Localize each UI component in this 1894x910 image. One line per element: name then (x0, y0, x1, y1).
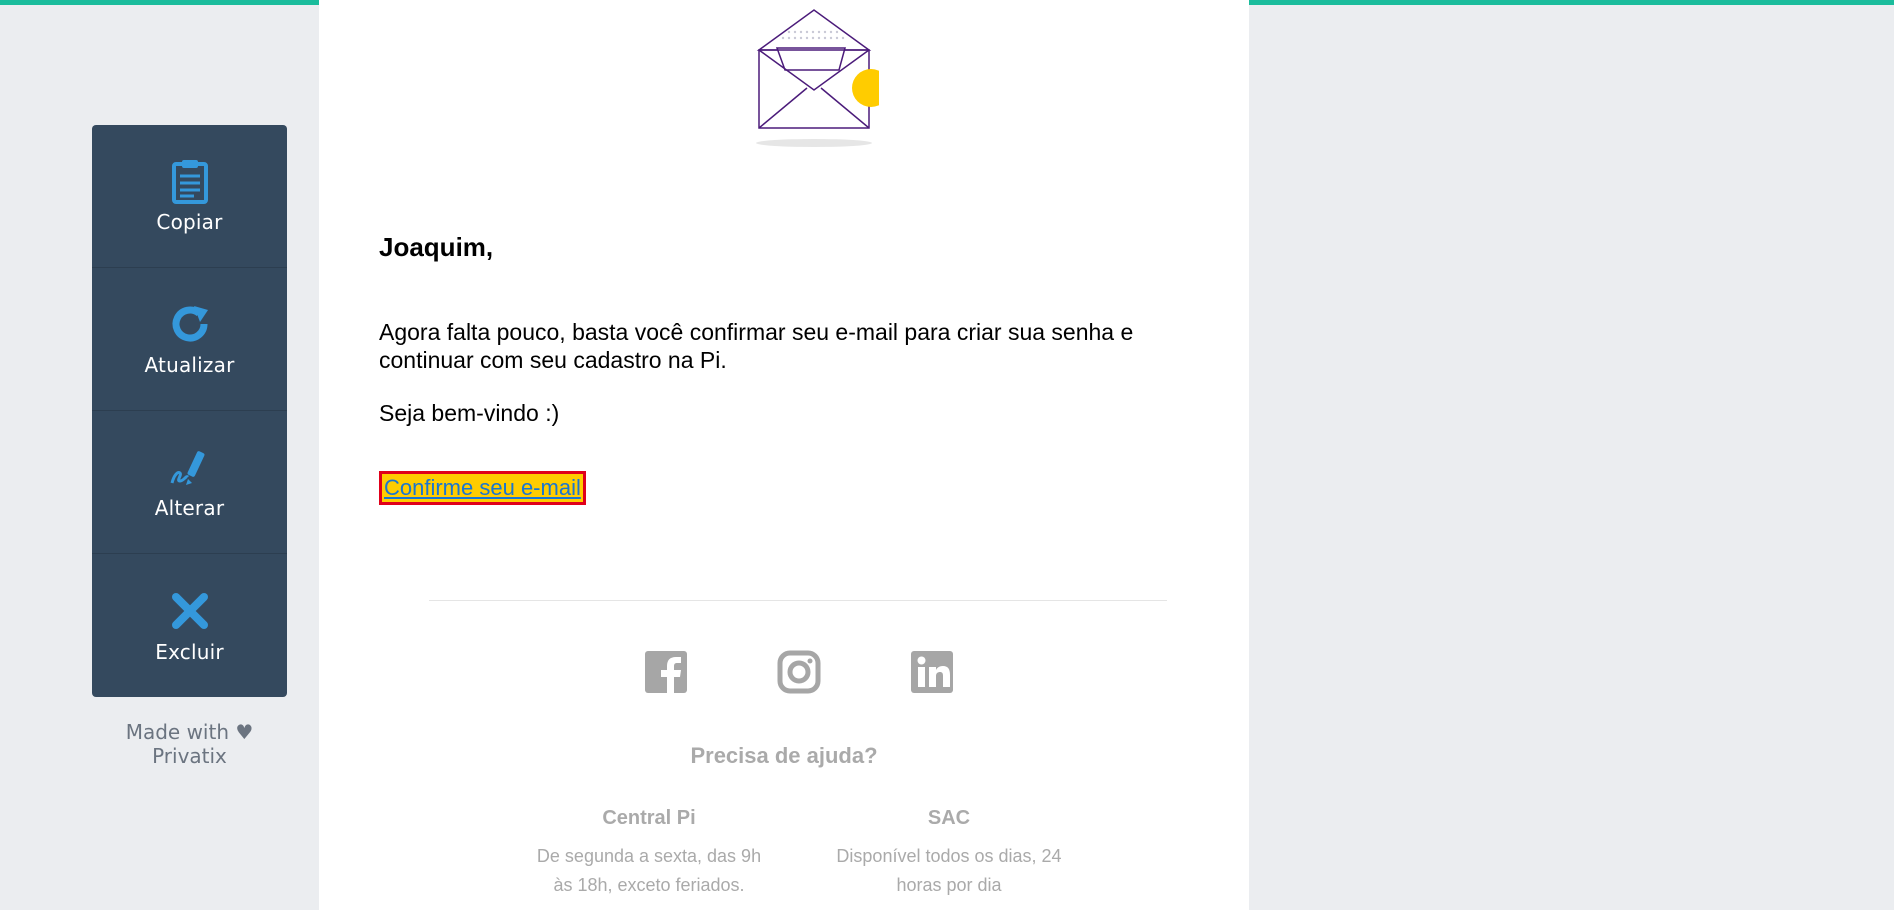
footer-divider (429, 600, 1167, 601)
action-toolbar: Copiar Atualizar Alterar Excluir (92, 125, 287, 697)
linkedin-icon[interactable] (910, 650, 954, 694)
email-body-text: Agora falta pouco, basta você confirmar … (379, 319, 1134, 373)
edit-button[interactable]: Alterar (92, 411, 287, 554)
refresh-label: Atualizar (144, 353, 235, 377)
instagram-icon[interactable] (777, 650, 821, 694)
help-column-desc: Disponível todos os dias, 24 horas por d… (836, 846, 1062, 895)
made-with-credit[interactable]: Made with ♥ Privatix (92, 720, 287, 768)
welcome-text: Seja bem-vindo :) (379, 400, 560, 426)
delete-label: Excluir (155, 639, 224, 664)
help-column-title: Central Pi (602, 807, 696, 829)
close-icon (167, 588, 213, 634)
help-column-central: Central Pi De segunda a sexta, das 9h às… (529, 807, 769, 900)
copy-label: Copiar (156, 210, 223, 234)
email-preview: Joaquim, Agora falta pouco, basta você c… (319, 0, 1249, 910)
edit-label: Alterar (154, 496, 225, 520)
facebook-icon[interactable] (644, 650, 688, 694)
copy-button[interactable]: Copiar (92, 125, 287, 268)
edit-pen-icon (167, 444, 213, 490)
help-column-desc: De segunda a sexta, das 9h às 18h, excet… (536, 846, 762, 895)
refresh-button[interactable]: Atualizar (92, 268, 287, 411)
confirm-email-link[interactable]: Confirme seu e-mail (379, 471, 586, 505)
help-column-sac: SAC Disponível todos os dias, 24 horas p… (829, 807, 1069, 900)
delete-button[interactable]: Excluir (92, 554, 287, 697)
refresh-icon (167, 301, 213, 347)
clipboard-icon (167, 158, 213, 204)
help-column-title: SAC (927, 807, 971, 829)
envelope-illustration (719, 0, 890, 155)
greeting: Joaquim, (379, 232, 494, 262)
help-title: Precisa de ajuda? (690, 743, 878, 768)
